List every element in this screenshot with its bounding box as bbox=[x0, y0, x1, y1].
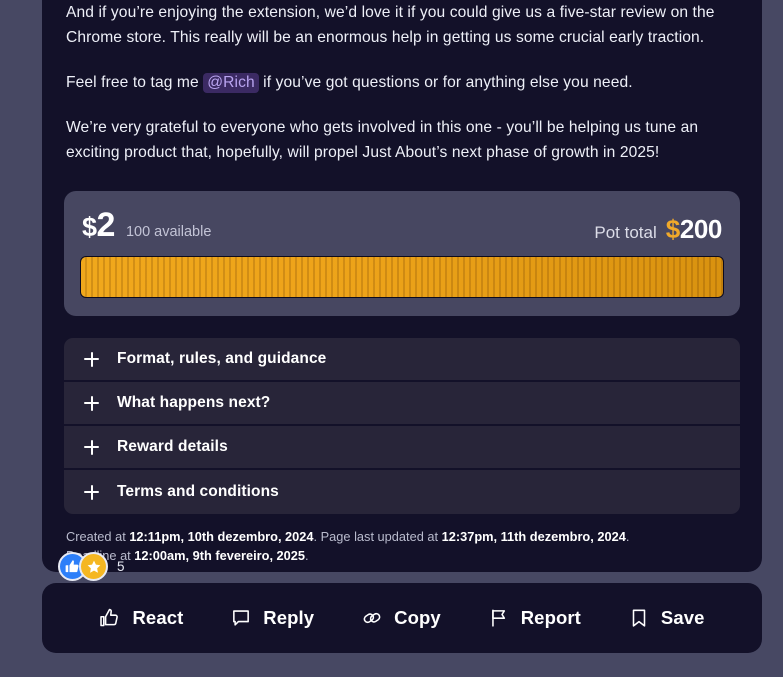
pot-total-group: Pot total $200 bbox=[594, 216, 722, 242]
reply-button[interactable]: Reply bbox=[230, 607, 314, 629]
react-button-label: React bbox=[132, 607, 184, 628]
reward-amount-value: 2 bbox=[96, 206, 116, 244]
copy-button[interactable]: Copy bbox=[361, 607, 441, 629]
reaction-count: 5 bbox=[117, 559, 125, 574]
plus-icon bbox=[84, 395, 99, 411]
post-metadata: Created at 12:11pm, 10th dezembro, 2024.… bbox=[64, 527, 740, 565]
plus-icon bbox=[84, 351, 99, 367]
reward-amount: $2 bbox=[82, 208, 115, 242]
accordion-item-label: Terms and conditions bbox=[117, 483, 279, 500]
updated-timestamp: 12:37pm, 11th dezembro, 2024 bbox=[441, 529, 626, 544]
post-paragraph-3: We’re very grateful to everyone who gets… bbox=[66, 115, 738, 165]
currency-symbol: $ bbox=[82, 212, 97, 242]
reaction-summary[interactable]: 5 bbox=[58, 552, 125, 581]
pot-progress-bar bbox=[80, 256, 724, 298]
pot-total-value: $200 bbox=[665, 214, 723, 244]
plus-icon bbox=[84, 439, 99, 455]
accordion-item-what-happens-next[interactable]: What happens next? bbox=[64, 382, 740, 426]
info-accordion: Format, rules, and guidance What happens… bbox=[64, 338, 740, 514]
created-prefix: Created at bbox=[66, 529, 130, 544]
report-button-label: Report bbox=[520, 607, 581, 628]
plus-icon bbox=[84, 484, 99, 500]
paragraph-text: Feel free to tag me bbox=[66, 74, 204, 91]
copy-button-label: Copy bbox=[394, 607, 441, 628]
accordion-item-label: Reward details bbox=[117, 438, 228, 455]
pot-total-number: 200 bbox=[679, 214, 723, 244]
reaction-chip-star[interactable] bbox=[79, 552, 108, 581]
reaction-chip-group bbox=[58, 552, 108, 581]
accordion-item-format-rules-and-guidance[interactable]: Format, rules, and guidance bbox=[64, 338, 740, 382]
save-button[interactable]: Save bbox=[628, 607, 705, 629]
link-icon bbox=[363, 612, 381, 624]
bookmark-icon bbox=[632, 609, 646, 627]
speech-bubble-icon bbox=[233, 610, 250, 626]
deadline-suffix: . bbox=[305, 548, 309, 563]
pot-reward-group: $2 100 available bbox=[82, 208, 211, 242]
user-mention-rich[interactable]: @Rich bbox=[203, 73, 259, 93]
updated-suffix: . bbox=[625, 529, 630, 544]
accordion-item-label: Format, rules, and guidance bbox=[117, 350, 327, 367]
accordion-item-label: What happens next? bbox=[117, 394, 271, 411]
save-button-label: Save bbox=[660, 607, 705, 628]
accordion-item-terms-and-conditions[interactable]: Terms and conditions bbox=[64, 470, 740, 514]
page-root: And if you’re enjoying the extension, we… bbox=[0, 0, 783, 677]
star-icon bbox=[87, 560, 100, 573]
flag-icon bbox=[491, 609, 505, 627]
created-timestamp: 12:11pm, 10th dezembro, 2024 bbox=[129, 529, 314, 544]
pot-header: $2 100 available Pot total $200 bbox=[80, 208, 724, 242]
post-paragraph-2: Feel free to tag me @Rich if you’ve got … bbox=[66, 70, 738, 95]
thumbs-up-icon bbox=[100, 608, 119, 627]
paragraph-text: We’re very grateful to everyone who gets… bbox=[66, 119, 699, 161]
reward-pot-panel: $2 100 available Pot total $200 bbox=[64, 191, 740, 316]
thumbs-up-icon bbox=[65, 560, 79, 573]
post-action-bar: React Reply Copy Report Save bbox=[42, 583, 762, 653]
pot-total-label: Pot total bbox=[594, 223, 657, 242]
post-paragraph-1: And if you’re enjoying the extension, we… bbox=[66, 0, 738, 50]
deadline-timestamp: 12:00am, 9th fevereiro, 2025 bbox=[134, 548, 306, 563]
accordion-item-reward-details[interactable]: Reward details bbox=[64, 426, 740, 470]
created-updated-line: Created at 12:11pm, 10th dezembro, 2024.… bbox=[66, 527, 738, 546]
available-count-label: 100 available bbox=[125, 224, 212, 240]
post-card: And if you’re enjoying the extension, we… bbox=[42, 0, 762, 572]
paragraph-text: if you’ve got questions or for anything … bbox=[258, 74, 633, 91]
deadline-line: Deadline at 12:00am, 9th fevereiro, 2025… bbox=[66, 546, 738, 565]
updated-prefix: . Page last updated at bbox=[313, 529, 442, 544]
react-button[interactable]: React bbox=[99, 607, 183, 629]
reply-button-label: Reply bbox=[263, 607, 315, 628]
report-button[interactable]: Report bbox=[488, 607, 581, 629]
currency-symbol: $ bbox=[665, 214, 680, 244]
paragraph-text: And if you’re enjoying the extension, we… bbox=[66, 4, 715, 46]
post-body: And if you’re enjoying the extension, we… bbox=[64, 0, 740, 165]
pot-progress-fill bbox=[81, 257, 723, 297]
